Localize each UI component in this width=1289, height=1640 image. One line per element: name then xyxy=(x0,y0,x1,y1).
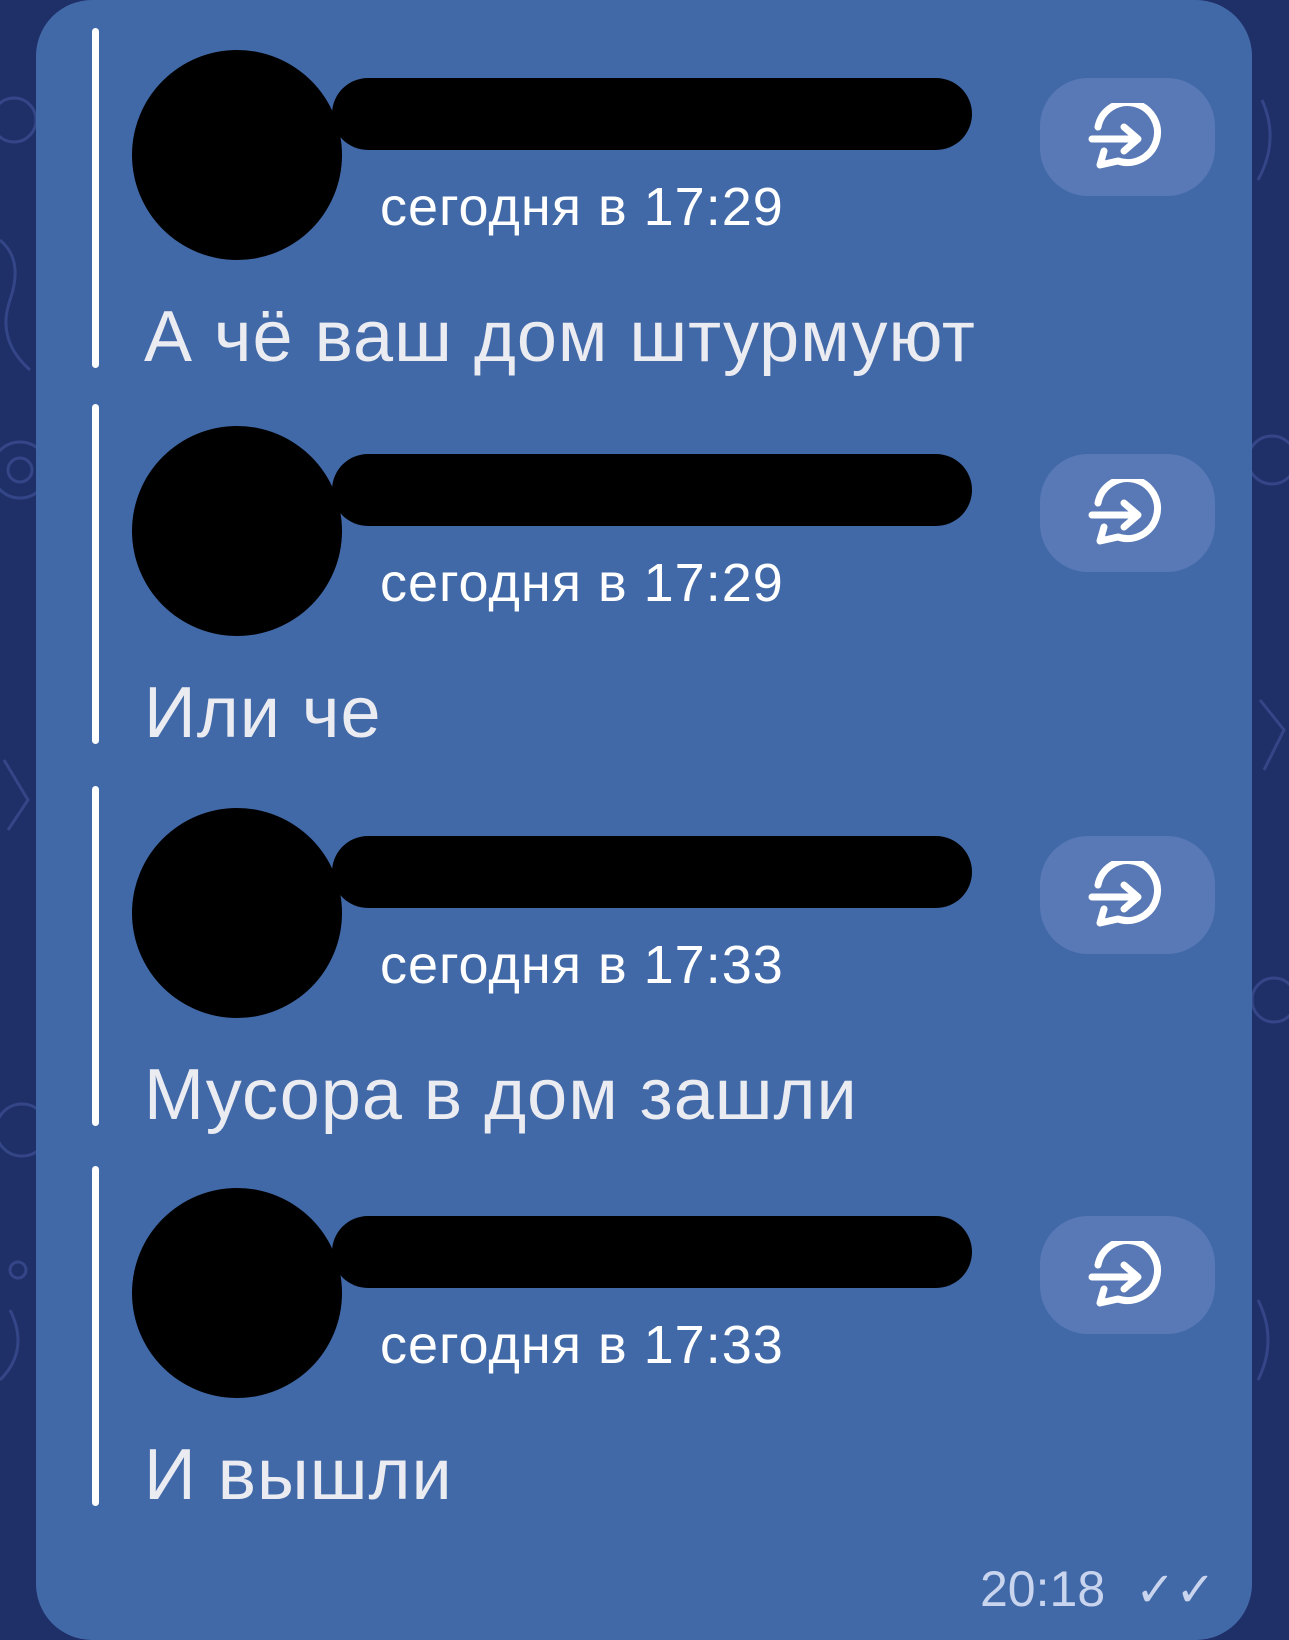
sender-name-redacted xyxy=(332,454,972,526)
quote-bar xyxy=(92,28,99,368)
forward-button[interactable] xyxy=(1040,454,1215,572)
forward-button[interactable] xyxy=(1040,78,1215,196)
sender-name-redacted xyxy=(332,78,972,150)
message-text: Мусора в дом зашли xyxy=(144,1055,858,1135)
double-check-icon: ✓✓ xyxy=(1135,1564,1216,1617)
quote-bar xyxy=(92,1166,99,1506)
forward-reply-icon xyxy=(1088,1241,1161,1307)
forward-reply-icon xyxy=(1088,103,1161,169)
avatar-redacted xyxy=(132,808,342,1018)
forwarded-message: сегодня в 17:29 А чё ваш дом штурмуют xyxy=(92,28,1222,377)
message-text: Или че xyxy=(144,673,382,753)
forward-reply-icon xyxy=(1088,479,1161,545)
sender-name-redacted xyxy=(332,1216,972,1288)
message-timestamp: сегодня в 17:33 xyxy=(380,935,784,995)
forward-reply-icon xyxy=(1088,861,1161,927)
message-footer: 20:18 ✓✓ xyxy=(980,1560,1216,1618)
avatar-redacted xyxy=(132,426,342,636)
forwarded-message: сегодня в 17:33 Мусора в дом зашли xyxy=(92,786,1222,1135)
message-timestamp: сегодня в 17:33 xyxy=(380,1315,784,1375)
quote-bar xyxy=(92,786,99,1126)
message-sent-time: 20:18 xyxy=(980,1561,1106,1617)
forwarded-message: сегодня в 17:33 И вышли xyxy=(92,1166,1222,1515)
message-timestamp: сегодня в 17:29 xyxy=(380,177,784,237)
forward-button[interactable] xyxy=(1040,1216,1215,1334)
forward-button[interactable] xyxy=(1040,836,1215,954)
message-text: А чё ваш дом штурмуют xyxy=(144,297,976,377)
message-timestamp: сегодня в 17:29 xyxy=(380,553,784,613)
avatar-redacted xyxy=(132,1188,342,1398)
message-text: И вышли xyxy=(144,1435,453,1515)
quote-bar xyxy=(92,404,99,744)
avatar-redacted xyxy=(132,50,342,260)
forwarded-message: сегодня в 17:29 Или че xyxy=(92,404,1222,753)
sender-name-redacted xyxy=(332,836,972,908)
